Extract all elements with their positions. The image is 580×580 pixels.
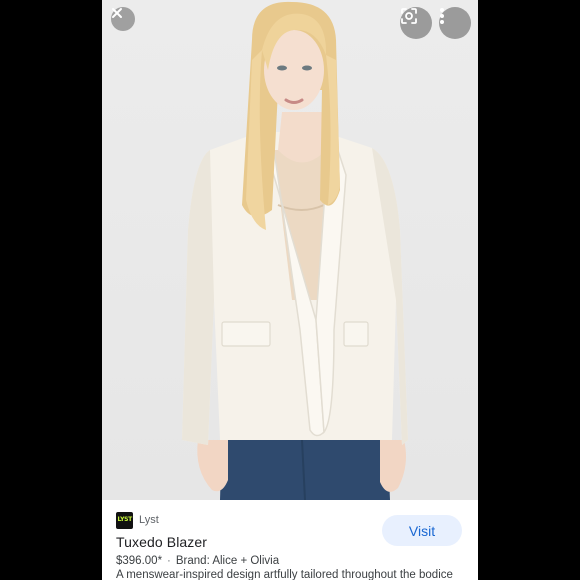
close-button[interactable] bbox=[111, 7, 135, 31]
google-lens-icon bbox=[401, 8, 417, 24]
lyst-logo-text: LYST bbox=[117, 516, 133, 523]
screenshot-frame: LYST Lyst Tuxedo Blazer $396.00* · Brand: … bbox=[0, 0, 580, 580]
more-options-button[interactable] bbox=[439, 7, 471, 39]
more-vertical-icon bbox=[440, 8, 444, 24]
right-pocket bbox=[343, 321, 369, 347]
right-hand bbox=[380, 440, 406, 492]
product-meta: $396.00* · Brand: Alice + Olivia bbox=[116, 555, 279, 567]
meta-separator: · bbox=[167, 555, 171, 567]
product-title[interactable]: Tuxedo Blazer bbox=[116, 534, 207, 550]
model-illustration bbox=[182, 1, 408, 500]
visit-button[interactable]: Visit bbox=[382, 515, 462, 546]
product-description: A menswear-inspired design artfully tail… bbox=[116, 569, 453, 580]
source-row[interactable]: LYST Lyst bbox=[116, 510, 159, 530]
product-image[interactable] bbox=[102, 0, 478, 500]
lyst-logo: LYST bbox=[116, 511, 133, 529]
product-brand: Brand: Alice + Olivia bbox=[175, 555, 280, 567]
left-pocket bbox=[221, 321, 271, 347]
image-viewer: LYST Lyst Tuxedo Blazer $396.00* · Brand: … bbox=[102, 0, 478, 580]
close-icon bbox=[112, 8, 122, 18]
source-name: Lyst bbox=[139, 514, 159, 526]
product-info-panel: LYST Lyst Tuxedo Blazer $396.00* · Brand: … bbox=[102, 500, 478, 580]
product-price: $396.00* bbox=[116, 555, 163, 567]
left-hand bbox=[197, 440, 228, 492]
google-lens-button[interactable] bbox=[400, 7, 432, 39]
